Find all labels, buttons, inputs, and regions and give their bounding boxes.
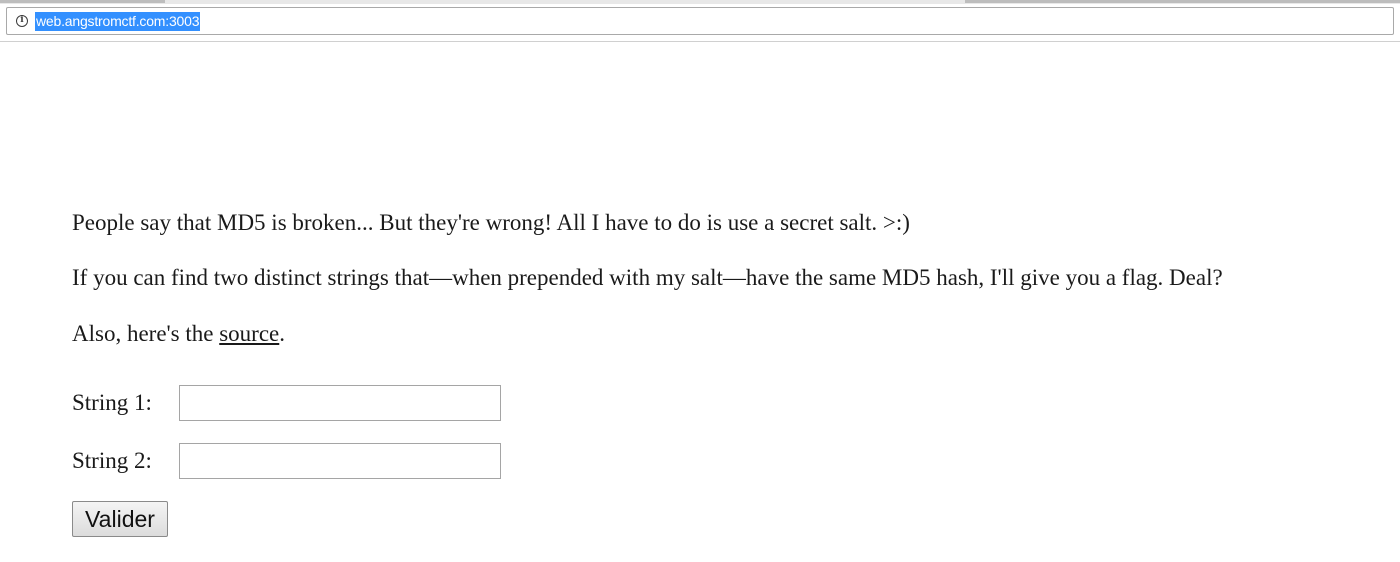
intro-paragraph: People say that MD5 is broken... But the… — [72, 210, 910, 235]
string2-input[interactable] — [179, 443, 501, 479]
tab-strip-segment — [965, 0, 1400, 3]
info-icon[interactable]: i — [16, 15, 28, 27]
string2-label: String 2: — [72, 448, 152, 473]
toolbar-divider — [0, 41, 1400, 42]
source-paragraph-prefix: Also, here's the — [72, 321, 220, 346]
address-bar[interactable]: i web.angstromctf.com:3003 — [6, 7, 1394, 35]
browser-top-strip — [0, 0, 1400, 4]
source-link[interactable]: source — [219, 321, 279, 346]
source-paragraph: Also, here's the source. — [72, 320, 285, 348]
submit-button[interactable]: Valider — [72, 501, 168, 537]
string1-label: String 1: — [72, 390, 152, 415]
source-paragraph-suffix: . — [279, 321, 286, 346]
string1-input[interactable] — [179, 385, 501, 421]
url-text[interactable]: web.angstromctf.com:3003 — [35, 12, 201, 31]
challenge-paragraph: If you can find two distinct strings tha… — [72, 265, 1223, 290]
tab-strip-segment — [0, 0, 165, 3]
